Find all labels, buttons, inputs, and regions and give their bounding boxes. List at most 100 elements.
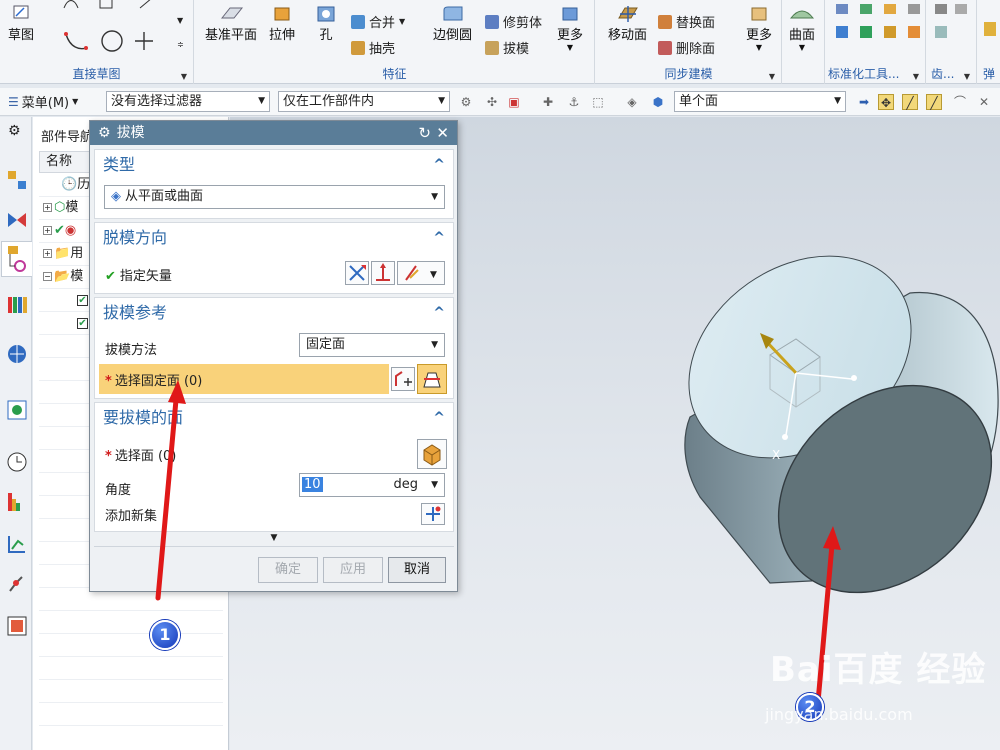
draft-type-select[interactable]: ◈ 从平面或曲面 ▼ [104,185,445,209]
intersection-snap-icon[interactable]: ✕ [976,94,992,110]
surface-button[interactable]: 曲面 ▼ [789,4,815,52]
curve-snap-icon[interactable]: ⌒ [952,94,968,110]
sketch-expand-icon[interactable]: ≑ [177,40,184,49]
draft-reference-section: 拔模参考 ^ 拔模方法 固定面 ▼ * 选择固定面 (0) [94,297,454,399]
feature-more-button[interactable]: 更多 ▼ [557,4,583,52]
web-browser-icon[interactable] [6,343,28,365]
process-studio-icon[interactable] [6,533,28,555]
sketch-label: 草图 [8,28,35,43]
expand-icon[interactable]: + [43,249,52,258]
expand-icon[interactable]: + [43,203,52,212]
body-select-icon[interactable]: ⬢ [650,94,666,110]
sync-more-button[interactable]: 更多 ▼ [746,4,772,52]
ok-button[interactable]: 确定 [258,557,318,583]
draft-dialog-title-bar[interactable]: ⚙ 拔模 ↻ ✕ [90,121,457,145]
checkbox-checked-icon[interactable]: ✔ [77,295,88,306]
palette-icon[interactable] [6,615,28,637]
draft-method-select[interactable]: 固定面 ▼ [299,333,445,357]
collapse-caret-icon[interactable]: ^ [433,150,445,180]
spring-group-label: 弹 [982,67,995,81]
expand-icon[interactable]: + [43,226,52,235]
move-face-icon [615,4,641,24]
rectangle-select-icon[interactable]: ⬚ [590,94,606,110]
ribbon-group-feature: 基准平面 拉伸 孔 合并 ▼ 抽壳 边倒圆 修剪体 拔模 更多 ▼ 特征 [195,0,595,84]
fixed-face-select-button[interactable] [391,367,415,391]
selection-scope-select[interactable]: 仅在工作部件内 ▼ [278,91,450,112]
delete-face-button[interactable]: 删除面 [658,38,715,57]
snap-tool-icon[interactable]: ✣ [484,94,500,110]
nav-row-label: 用 [70,246,84,261]
type-filter-select[interactable]: 没有选择过滤器 ▼ [106,91,270,112]
cancel-button[interactable]: 取消 [388,557,446,583]
collapse-caret-icon[interactable]: ^ [433,298,445,328]
face-picker-active-button[interactable] [417,364,447,394]
folder-icon: 📁 [54,246,71,261]
direct-sketch-drop-icon[interactable]: ▼ [181,72,187,81]
select-fixed-face-text: 选择固定面 (0) [114,374,203,389]
edge-blend-button[interactable]: 边倒圆 [433,4,472,43]
vector-dialog-button[interactable] [371,261,395,285]
checkbox-checked-icon[interactable]: ✔ [77,318,88,329]
selection-scope-value: 仅在工作部件内 [283,94,375,109]
angle-input[interactable]: 10 deg ▼ [299,473,445,497]
reset-icon[interactable]: ↻ [418,121,431,145]
clock-history-icon[interactable] [6,451,28,473]
type-section-header[interactable]: 类型 ^ [95,150,453,180]
hole-icon [313,4,339,24]
trim-body-button[interactable]: 修剪体 [485,12,542,31]
shell-button[interactable]: 抽壳 [351,38,395,57]
faces-to-draft-header[interactable]: 要拔模的面 ^ [95,403,453,433]
gear-tools-icon [935,4,967,38]
draft-button[interactable]: 拔模 [485,38,529,57]
move-face-button[interactable]: 移动面 [608,4,647,43]
visual-report-icon[interactable] [6,491,28,513]
face-select-icon[interactable]: ◈ [624,94,640,110]
dialog-gear-icon[interactable]: ⚙ [98,121,111,145]
sketch-button[interactable]: 草图 [8,4,34,43]
history-icon[interactable] [6,399,28,421]
sync-modeling-drop-icon[interactable]: ▼ [769,72,775,81]
sketch-more-arrow-icon[interactable]: ▼ [177,16,183,25]
replace-face-button[interactable]: 替换面 [658,12,715,31]
resource-settings-icon[interactable]: ⚙ [8,123,21,139]
draw-direction-header[interactable]: 脱模方向 ^ [95,223,453,253]
face-rule-select[interactable]: 单个面 ▼ [674,91,846,112]
close-icon[interactable]: ✕ [436,121,449,145]
constraint-navigator-icon[interactable] [6,209,28,231]
baidu-watermark-url: jingyan.baidu.com [765,705,913,724]
hole-button[interactable]: 孔 [313,4,339,43]
select-box-icon[interactable]: ▣ [506,94,522,110]
menu-button[interactable]: ☰ 菜单(M) ▼ [8,92,78,112]
add-new-set-button[interactable] [421,503,445,525]
midpoint-snap-icon[interactable]: ╱ [926,94,942,110]
collapse-icon[interactable]: − [43,272,52,281]
endpoint-snap-icon[interactable]: ╱ [902,94,918,110]
connect-tool-icon[interactable]: ✚ [540,94,556,110]
collapse-caret-icon[interactable]: ^ [433,223,445,253]
collapse-caret-icon[interactable]: ^ [433,403,445,433]
continue-arrow-icon[interactable]: ➡ [856,94,872,110]
apply-button[interactable]: 应用 [323,557,383,583]
draft-reference-header[interactable]: 拔模参考 ^ [95,298,453,328]
replace-face-icon [658,14,672,29]
feature-select-icon[interactable]: ⚓ [566,94,582,110]
reverse-direction-button[interactable] [345,261,369,285]
sketch-shapes-icon [64,30,153,52]
select-fixed-face-row[interactable]: * 选择固定面 (0) [99,364,389,394]
inferred-vector-select[interactable]: ▼ [397,261,445,285]
standard-parts-drop-icon[interactable]: ▼ [913,72,919,81]
robot-icon[interactable] [6,573,28,595]
snap-points-icon[interactable]: ✥ [878,94,894,110]
more-options-expander-icon[interactable]: ▼ [94,533,454,547]
ribbon-group-sync-modeling: 移动面 替换面 删除面 更多 ▼ 同步建模 ▼ [596,0,782,84]
assembly-navigator-icon[interactable] [6,169,28,191]
extrude-button[interactable]: 拉伸 [269,4,295,43]
face-select-button[interactable] [417,439,447,469]
datum-plane-button[interactable]: 基准平面 [205,4,257,43]
part-navigator-icon[interactable] [1,241,32,277]
unite-button[interactable]: 合并 ▼ [351,12,405,31]
reuse-library-icon[interactable] [6,293,28,315]
cancel-label: 取消 [403,562,430,577]
filter-tool-icon[interactable]: ⚙ [458,94,474,110]
gear-drop-icon[interactable]: ▼ [964,72,970,81]
